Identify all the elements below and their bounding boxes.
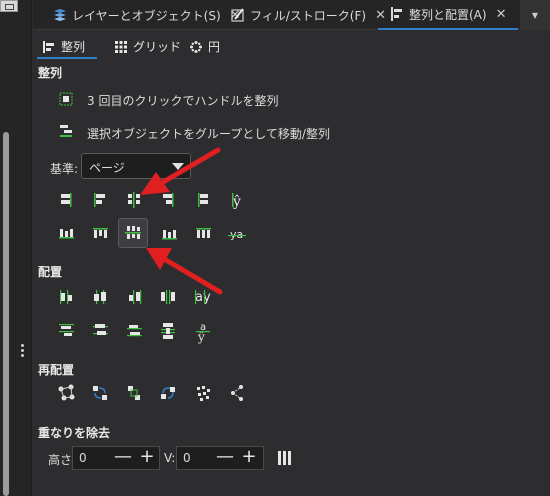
rearrange-section-title: 再配置 bbox=[38, 363, 75, 377]
align-subtab-bar: 整列 グリッド 円 bbox=[33, 30, 550, 60]
restore-button[interactable] bbox=[0, 0, 18, 12]
tab-label: レイヤーとオブジェクト(S) bbox=[72, 8, 221, 23]
distribute-baselines-vertical-button[interactable]: aŷ bbox=[188, 316, 218, 346]
vertical-gap-decrement-button[interactable]: — bbox=[215, 446, 235, 470]
circle-dots-icon bbox=[190, 40, 202, 53]
vertical-gap-label: V: bbox=[164, 451, 176, 465]
active-subtab-indicator bbox=[37, 57, 97, 59]
align-section-title: 整列 bbox=[38, 66, 63, 80]
horizontal-gap-increment-button[interactable]: + bbox=[137, 446, 157, 470]
subtab-label: 円 bbox=[208, 40, 221, 54]
randomize-positions-button[interactable] bbox=[188, 378, 218, 408]
distribute-top-edges-button[interactable] bbox=[51, 316, 81, 346]
vertical-gap-increment-button[interactable]: + bbox=[239, 446, 259, 470]
panel-grip-handle[interactable] bbox=[21, 344, 25, 360]
vertical-scrollbar[interactable] bbox=[3, 132, 9, 496]
unclump-button[interactable] bbox=[222, 378, 252, 408]
grid-icon bbox=[115, 40, 127, 53]
horizontal-gap-value: 0 bbox=[79, 451, 87, 465]
subtab-align[interactable]: 整列 bbox=[43, 38, 85, 55]
layers-icon bbox=[53, 8, 67, 22]
handle-align-label[interactable]: 3 回目のクリックでハンドルを整列 bbox=[87, 92, 278, 109]
left-panel-strip bbox=[0, 0, 32, 496]
subtab-circle[interactable]: 円 bbox=[190, 38, 220, 55]
tab-label: 整列と配置(A) bbox=[409, 7, 487, 22]
remove-overlaps-button[interactable] bbox=[270, 443, 300, 473]
relative-to-label: 基準: bbox=[50, 162, 79, 176]
tab-layers-objects[interactable]: レイヤーとオブジェクト(S) ✕ bbox=[53, 0, 241, 30]
relative-to-value: ページ bbox=[89, 161, 125, 175]
vertical-gap-value: 0 bbox=[183, 451, 191, 465]
close-icon[interactable]: ✕ bbox=[496, 7, 507, 22]
distribute-centers-horizontal-button[interactable] bbox=[85, 282, 115, 312]
align-top-edges-button[interactable] bbox=[85, 219, 115, 249]
exchange-positions-stacking-order-button[interactable] bbox=[119, 378, 149, 408]
align-bottom-to-top-anchor-button[interactable] bbox=[51, 219, 81, 249]
annotation-arrow-top bbox=[140, 147, 221, 195]
align-left-icon bbox=[43, 40, 55, 53]
distribute-right-edges-button[interactable] bbox=[119, 282, 149, 312]
tab-overflow-button[interactable]: ▾ bbox=[520, 0, 550, 30]
fill-stroke-icon bbox=[231, 8, 245, 22]
remove-overlap-section-title: 重なりを除去 bbox=[38, 426, 111, 440]
exchange-positions-clockwise-button[interactable] bbox=[153, 378, 183, 408]
subtab-label: グリッド bbox=[133, 40, 182, 54]
horizontal-gap-decrement-button[interactable]: — bbox=[113, 446, 133, 470]
align-left-edges-button[interactable] bbox=[84, 186, 114, 216]
distribute-centers-vertical-button[interactable] bbox=[85, 316, 115, 346]
distribute-section-title: 配置 bbox=[38, 265, 63, 279]
dock-tab-bar: レイヤーとオブジェクト(S) ✕ フィル/ストローク(F) ✕ 整列と配置(A)… bbox=[33, 0, 550, 30]
svg-text:ay: ay bbox=[195, 290, 211, 305]
tab-label: フィル/ストローク(F) bbox=[250, 8, 367, 23]
handle-align-toggle-icon[interactable] bbox=[59, 92, 73, 106]
distribute-left-edges-button[interactable] bbox=[51, 282, 81, 312]
align-icon bbox=[390, 7, 404, 21]
distribute-bottom-edges-button[interactable] bbox=[119, 316, 149, 346]
tab-align-distribute[interactable]: 整列と配置(A) ✕ bbox=[378, 0, 519, 30]
align-right-to-left-anchor-button[interactable] bbox=[51, 186, 81, 216]
distribute-gaps-vertical-button[interactable] bbox=[153, 316, 183, 346]
svg-text:ya: ya bbox=[230, 228, 243, 241]
tab-fill-stroke[interactable]: フィル/ストローク(F) ✕ bbox=[231, 0, 386, 30]
subtab-label: 整列 bbox=[61, 40, 86, 54]
distribute-gaps-horizontal-button[interactable] bbox=[153, 282, 183, 312]
group-move-toggle-icon[interactable] bbox=[59, 124, 73, 138]
subtab-grid[interactable]: グリッド bbox=[115, 38, 181, 55]
graph-layout-button[interactable] bbox=[51, 378, 81, 408]
exchange-positions-selection-order-button[interactable] bbox=[85, 378, 115, 408]
distribute-baselines-horizontal-button[interactable]: ay bbox=[188, 282, 218, 312]
